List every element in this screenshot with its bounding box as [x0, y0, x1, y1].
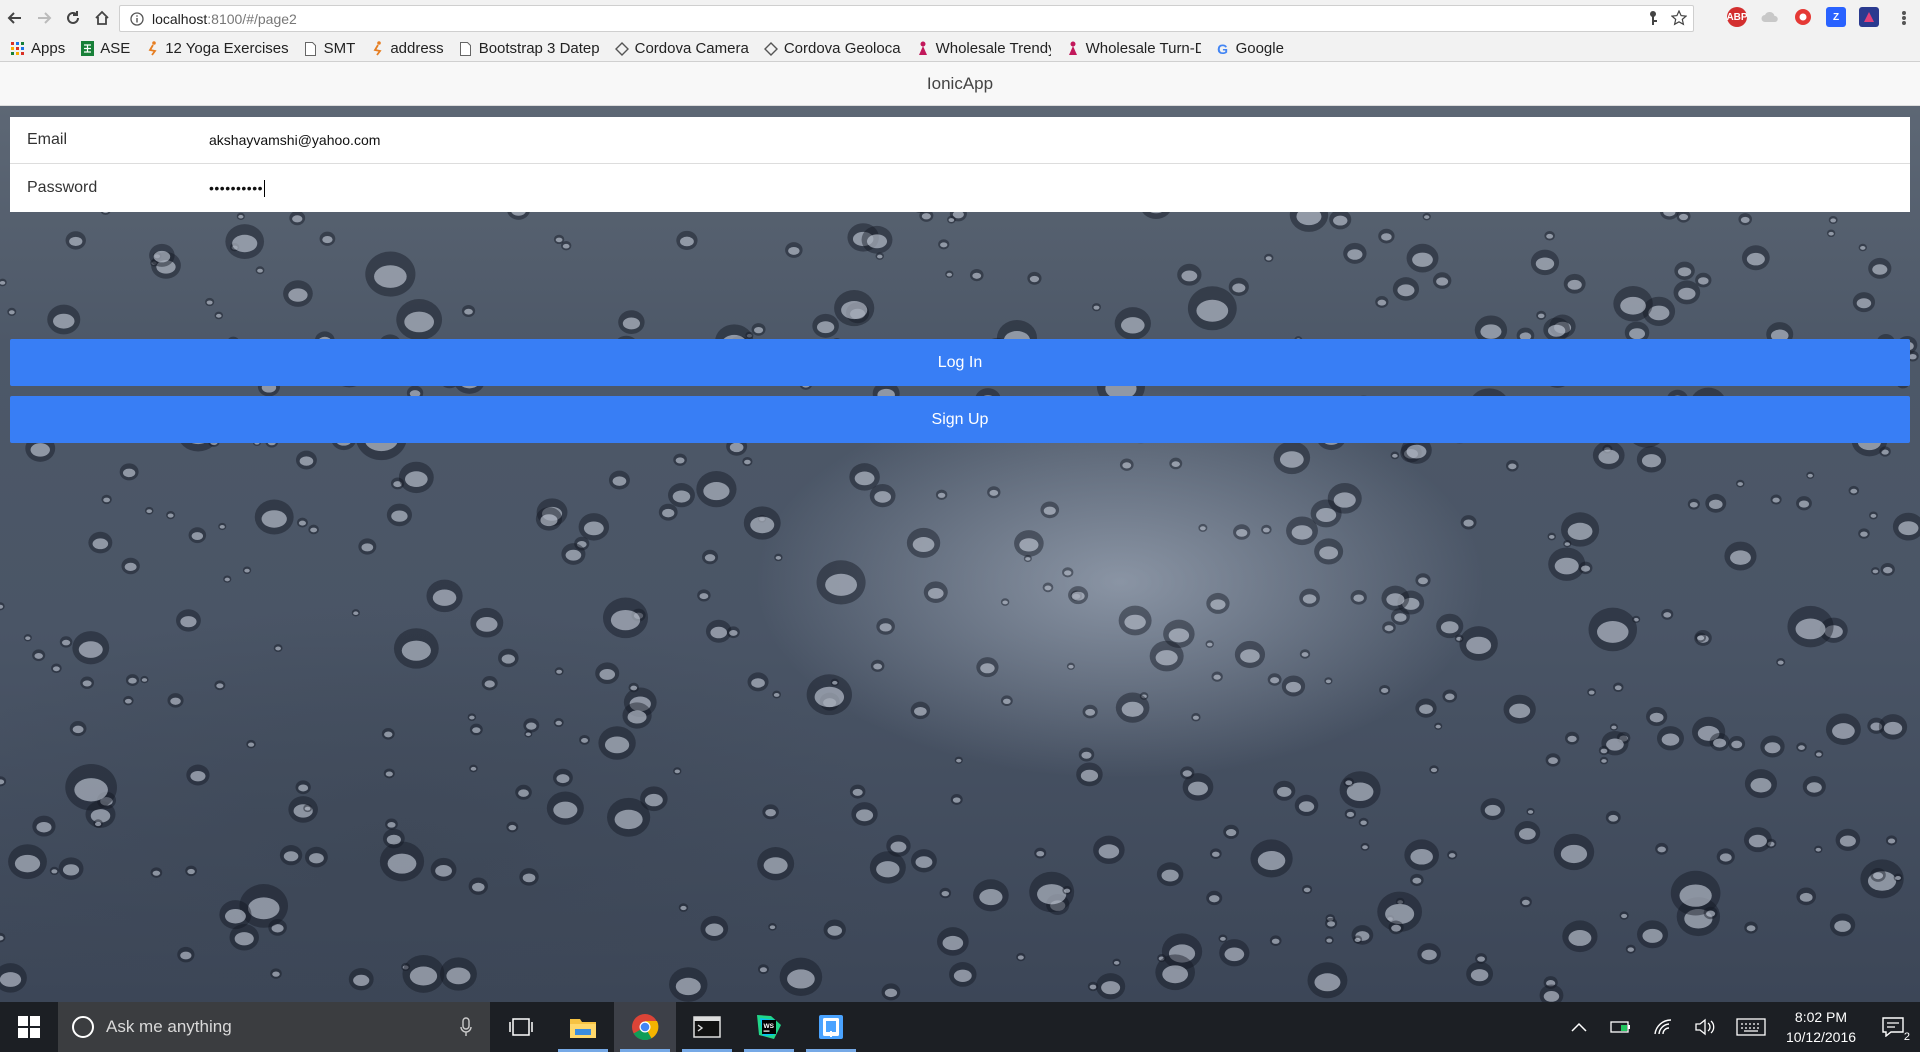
task-view-icon[interactable] — [490, 1002, 552, 1052]
sheet-icon — [79, 41, 95, 57]
browser-toolbar: localhost:8100/#/page2 ABP Z — [0, 0, 1920, 36]
bookmark-yoga[interactable]: 12 Yoga Exercises — [144, 40, 289, 57]
back-arrow-icon[interactable] — [1, 4, 29, 32]
app-header: IonicApp — [0, 62, 1920, 106]
battery-icon[interactable] — [1600, 1020, 1642, 1034]
bookmark-cordova-geoloca[interactable]: Cordova Geoloca — [763, 40, 901, 57]
extension-icon[interactable] — [1859, 7, 1879, 27]
url-text[interactable]: localhost:8100/#/page2 — [152, 11, 297, 27]
page-icon — [303, 41, 319, 57]
system-tray: 8:02 PM 10/12/2016 2 — [1558, 1002, 1920, 1052]
bookmark-label: Apps — [31, 40, 66, 57]
bookmark-label: 12 Yoga Exercises — [165, 40, 289, 57]
clock-time: 8:02 PM — [1794, 1009, 1848, 1025]
clock-date: 10/12/2016 — [1785, 1029, 1857, 1045]
chevron-up-icon[interactable] — [1558, 1022, 1600, 1032]
apps-grid-icon — [10, 41, 26, 57]
ionic-lab-icon[interactable] — [800, 1002, 862, 1052]
bookmark-label: ASE — [100, 40, 131, 57]
zotero-icon[interactable]: Z — [1826, 7, 1846, 27]
password-field[interactable]: •••••••••• — [209, 164, 1910, 212]
cortana-search[interactable]: Ask me anything — [58, 1002, 490, 1052]
bookmark-smt[interactable]: SMT — [303, 40, 356, 57]
address-bar[interactable]: localhost:8100/#/page2 — [119, 5, 1694, 32]
login-form: Email akshayvamshi@yahoo.com Password ••… — [10, 117, 1910, 212]
email-row[interactable]: Email akshayvamshi@yahoo.com — [10, 117, 1910, 164]
bookmark-wholesale-turn[interactable]: Wholesale Turn-D — [1065, 40, 1201, 57]
bookmark-label: Bootstrap 3 Datep — [478, 40, 600, 57]
windows-start-icon[interactable] — [0, 1002, 58, 1052]
adblock-icon[interactable]: ABP — [1726, 7, 1748, 27]
password-value: •••••••••• — [209, 180, 264, 196]
bookmark-bootstrap[interactable]: Bootstrap 3 Datep — [458, 40, 600, 57]
chrome-icon[interactable] — [614, 1002, 676, 1052]
bookmark-apps[interactable]: Apps — [10, 40, 65, 57]
windows-taskbar: Ask me anything WS 8:02 PM 10/12/2016 2 — [0, 1002, 1920, 1052]
svg-text:WS: WS — [764, 1023, 775, 1030]
forward-arrow-icon[interactable] — [30, 4, 58, 32]
bookmarks-bar: Apps ASE 12 Yoga Exercises SMT address B… — [0, 36, 1920, 62]
bookmark-cordova-camera[interactable]: Cordova Camera — [614, 40, 749, 57]
wifi-icon[interactable] — [1642, 1018, 1684, 1036]
login-button[interactable]: Log In — [10, 339, 1910, 386]
bookmark-wholesale-trendy[interactable]: Wholesale Trendy — [915, 40, 1051, 57]
app-viewport: IonicApp Email akshayvamshi@yahoo.com Pa… — [0, 62, 1920, 1002]
microphone-icon[interactable] — [454, 1017, 478, 1037]
email-field[interactable]: akshayvamshi@yahoo.com — [209, 117, 1910, 163]
cloud-extension-icon[interactable] — [1760, 7, 1780, 27]
home-icon[interactable] — [88, 4, 116, 32]
url-host: localhost — [152, 10, 208, 27]
shop-icon — [915, 41, 931, 57]
search-placeholder: Ask me anything — [106, 1017, 232, 1036]
bookmark-label: Cordova Geoloca — [783, 40, 901, 57]
reload-icon[interactable] — [59, 4, 87, 32]
bookmark-label: Google — [1235, 40, 1284, 57]
page-icon — [458, 41, 474, 57]
page-title: IonicApp — [926, 73, 994, 93]
command-prompt-icon[interactable] — [676, 1002, 738, 1052]
action-center-icon[interactable]: 2 — [1866, 1002, 1920, 1052]
bookmark-label: Cordova Camera — [634, 40, 749, 57]
notification-count: 2 — [1903, 1031, 1910, 1043]
signup-button[interactable]: Sign Up — [10, 396, 1910, 443]
cortana-icon — [72, 1016, 94, 1038]
cordova-icon — [614, 41, 630, 57]
browser-menu-icon[interactable] — [1896, 8, 1912, 28]
password-row[interactable]: Password •••••••••• — [10, 164, 1910, 212]
bookmark-google[interactable]: G Google — [1215, 40, 1284, 57]
volume-icon[interactable] — [1684, 1018, 1726, 1036]
email-label: Email — [27, 131, 68, 148]
yoga-icon — [144, 41, 160, 57]
url-path: :8100/#/page2 — [207, 10, 297, 27]
cordova-icon — [763, 41, 779, 57]
bookmark-address[interactable]: address — [369, 40, 444, 57]
bookmark-label: Wholesale Turn-D — [1085, 40, 1201, 57]
password-label: Password — [27, 179, 98, 196]
opera-vpn-icon[interactable] — [1793, 7, 1813, 27]
shop-icon — [1065, 41, 1081, 57]
bookmark-label: Wholesale Trendy — [935, 40, 1051, 57]
file-explorer-icon[interactable] — [552, 1002, 614, 1052]
bookmark-label: SMT — [323, 40, 356, 57]
text-caret — [264, 179, 266, 197]
webstorm-icon[interactable]: WS — [738, 1002, 800, 1052]
keyboard-icon[interactable] — [1726, 1018, 1776, 1036]
star-icon[interactable] — [1670, 9, 1688, 31]
bookmark-label: address — [390, 40, 444, 57]
bookmark-ase[interactable]: ASE — [79, 40, 130, 57]
clock[interactable]: 8:02 PM 10/12/2016 — [1776, 1007, 1866, 1047]
key-icon[interactable] — [1647, 10, 1659, 31]
google-icon: G — [1217, 40, 1228, 57]
yoga-icon — [369, 41, 385, 57]
info-icon[interactable] — [126, 11, 148, 26]
